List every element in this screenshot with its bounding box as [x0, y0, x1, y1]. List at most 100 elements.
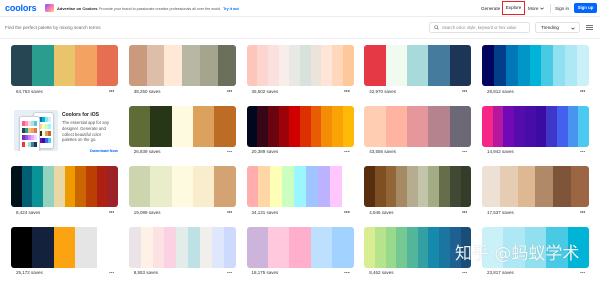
more-options-icon[interactable]: [579, 271, 585, 274]
color-swatch[interactable]: [75, 166, 86, 207]
palette-card[interactable]: 64,763 saves: [11, 45, 118, 100]
color-swatch[interactable]: [282, 166, 295, 207]
color-swatch[interactable]: [417, 166, 429, 207]
palette-swatches[interactable]: [128, 166, 236, 207]
color-swatch[interactable]: [553, 45, 566, 86]
color-swatch[interactable]: [200, 45, 218, 86]
palette-card[interactable]: 8,424 saves: [11, 166, 118, 221]
color-swatch[interactable]: [499, 166, 518, 207]
color-swatch[interactable]: [96, 166, 108, 207]
color-swatch[interactable]: [364, 166, 375, 207]
color-swatch[interactable]: [567, 105, 579, 147]
color-swatch[interactable]: [258, 166, 271, 207]
color-swatch[interactable]: [246, 105, 258, 147]
color-swatch[interactable]: [407, 166, 418, 207]
color-swatch[interactable]: [289, 105, 301, 147]
color-swatch[interactable]: [449, 166, 461, 207]
color-swatch[interactable]: [517, 45, 530, 86]
palette-card[interactable]: 20,389 saves: [246, 105, 354, 161]
ad-thumbnail-icon[interactable]: [45, 4, 54, 12]
color-swatch[interactable]: [514, 105, 525, 147]
color-swatch[interactable]: [171, 166, 193, 207]
color-swatch[interactable]: [128, 105, 151, 147]
palette-swatches[interactable]: [246, 166, 354, 207]
color-swatch[interactable]: [164, 226, 177, 268]
color-swatch[interactable]: [11, 166, 22, 207]
search-input[interactable]: [442, 23, 528, 32]
color-swatch[interactable]: [428, 45, 450, 86]
color-swatch[interactable]: [524, 105, 536, 147]
palette-card[interactable]: 18,175 saves: [246, 226, 354, 282]
nav-more[interactable]: More: [528, 6, 538, 12]
palette-card[interactable]: 34,131 saves: [246, 166, 354, 221]
palette-swatches[interactable]: [482, 105, 589, 147]
color-swatch[interactable]: [449, 105, 472, 147]
color-swatch[interactable]: [341, 166, 354, 207]
color-swatch[interactable]: [332, 226, 354, 268]
color-swatch[interactable]: [75, 226, 97, 268]
color-swatch[interactable]: [171, 105, 193, 147]
palette-swatches[interactable]: [364, 105, 472, 147]
color-swatch[interactable]: [364, 45, 386, 86]
menu-icon[interactable]: [586, 25, 593, 30]
color-swatch[interactable]: [317, 166, 330, 207]
more-options-icon[interactable]: [226, 211, 232, 213]
color-swatch[interactable]: [188, 226, 201, 268]
color-swatch[interactable]: [342, 105, 354, 147]
color-swatch[interactable]: [541, 45, 554, 86]
color-swatch[interactable]: [11, 226, 33, 268]
color-swatch[interactable]: [439, 166, 450, 207]
more-options-icon[interactable]: [344, 150, 350, 153]
more-options-icon[interactable]: [226, 90, 232, 92]
palette-card[interactable]: 42,970 saves: [364, 45, 472, 100]
color-swatch[interactable]: [546, 105, 557, 147]
color-swatch[interactable]: [428, 226, 440, 268]
color-swatch[interactable]: [257, 45, 268, 86]
color-swatch[interactable]: [164, 45, 183, 86]
color-swatch[interactable]: [214, 166, 236, 207]
color-swatch[interactable]: [565, 45, 578, 86]
color-swatch[interactable]: [364, 226, 375, 268]
palette-card[interactable]: 35,502 saves: [246, 45, 354, 100]
color-swatch[interactable]: [439, 226, 450, 268]
sign-in-link[interactable]: Sign in: [555, 6, 569, 12]
color-swatch[interactable]: [294, 166, 306, 207]
palette-card[interactable]: 38,250 saves: [128, 45, 236, 100]
palette-swatches[interactable]: [246, 45, 354, 86]
color-swatch[interactable]: [278, 45, 290, 86]
color-swatch[interactable]: [289, 226, 311, 268]
color-swatch[interactable]: [182, 45, 201, 86]
color-swatch[interactable]: [270, 166, 283, 207]
color-swatch[interactable]: [332, 105, 343, 147]
color-swatch[interactable]: [140, 226, 153, 268]
color-swatch[interactable]: [32, 226, 54, 268]
color-swatch[interactable]: [300, 105, 311, 147]
color-swatch[interactable]: [407, 105, 429, 147]
color-swatch[interactable]: [385, 45, 408, 86]
color-swatch[interactable]: [85, 166, 97, 207]
color-swatch[interactable]: [535, 105, 547, 147]
color-swatch[interactable]: [150, 105, 172, 147]
palette-swatches[interactable]: [11, 226, 118, 268]
color-swatch[interactable]: [364, 105, 386, 147]
color-swatch[interactable]: [577, 45, 589, 86]
color-swatch[interactable]: [407, 45, 429, 86]
chevron-down-icon[interactable]: [540, 7, 544, 10]
color-swatch[interactable]: [267, 45, 279, 86]
color-swatch[interactable]: [128, 226, 141, 268]
color-swatch[interactable]: [289, 45, 301, 86]
more-options-icon[interactable]: [226, 271, 232, 274]
color-swatch[interactable]: [150, 166, 172, 207]
palette-swatches[interactable]: [11, 45, 118, 86]
color-swatch[interactable]: [385, 105, 408, 147]
coolors-logo[interactable]: coolors: [5, 3, 37, 14]
color-swatch[interactable]: [128, 166, 151, 207]
more-options-icon[interactable]: [108, 271, 114, 274]
palette-card[interactable]: 19,099 saves: [128, 166, 236, 221]
color-swatch[interactable]: [493, 45, 506, 86]
color-swatch[interactable]: [553, 166, 572, 207]
color-swatch[interactable]: [192, 105, 215, 147]
palette-swatches[interactable]: [364, 166, 472, 207]
color-swatch[interactable]: [278, 105, 290, 147]
color-swatch[interactable]: [385, 226, 397, 268]
